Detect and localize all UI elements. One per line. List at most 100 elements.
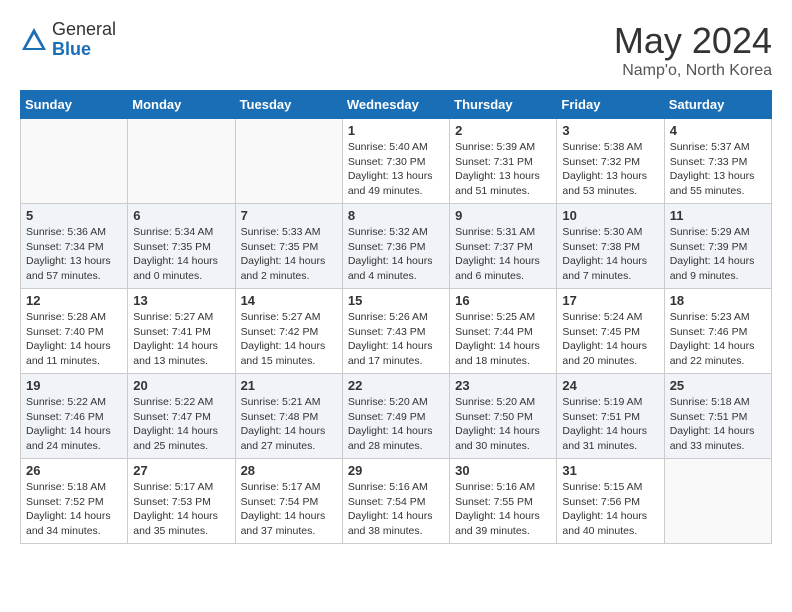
- day-info: Sunrise: 5:23 AM Sunset: 7:46 PM Dayligh…: [670, 310, 766, 369]
- day-info: Sunrise: 5:16 AM Sunset: 7:55 PM Dayligh…: [455, 480, 551, 539]
- calendar-cell: 19 Sunrise: 5:22 AM Sunset: 7:46 PM Dayli…: [21, 374, 128, 459]
- logo-blue-text: Blue: [52, 40, 116, 60]
- weekday-header-monday: Monday: [128, 91, 235, 119]
- day-number: 12: [26, 293, 122, 308]
- day-info: Sunrise: 5:24 AM Sunset: 7:45 PM Dayligh…: [562, 310, 658, 369]
- weekday-header-sunday: Sunday: [21, 91, 128, 119]
- day-number: 22: [348, 378, 444, 393]
- weekday-header-row: SundayMondayTuesdayWednesdayThursdayFrid…: [21, 91, 772, 119]
- calendar-cell: 8 Sunrise: 5:32 AM Sunset: 7:36 PM Daylig…: [342, 204, 449, 289]
- day-number: 16: [455, 293, 551, 308]
- title-area: May 2024 Namp'o, North Korea: [614, 20, 772, 80]
- calendar-cell: 18 Sunrise: 5:23 AM Sunset: 7:46 PM Dayli…: [664, 289, 771, 374]
- calendar-cell: 11 Sunrise: 5:29 AM Sunset: 7:39 PM Dayli…: [664, 204, 771, 289]
- day-info: Sunrise: 5:17 AM Sunset: 7:53 PM Dayligh…: [133, 480, 229, 539]
- day-number: 4: [670, 123, 766, 138]
- day-number: 10: [562, 208, 658, 223]
- day-number: 9: [455, 208, 551, 223]
- day-info: Sunrise: 5:22 AM Sunset: 7:46 PM Dayligh…: [26, 395, 122, 454]
- day-number: 21: [241, 378, 337, 393]
- day-number: 8: [348, 208, 444, 223]
- calendar-cell: 3 Sunrise: 5:38 AM Sunset: 7:32 PM Daylig…: [557, 119, 664, 204]
- day-info: Sunrise: 5:32 AM Sunset: 7:36 PM Dayligh…: [348, 225, 444, 284]
- week-row-4: 19 Sunrise: 5:22 AM Sunset: 7:46 PM Dayli…: [21, 374, 772, 459]
- calendar-cell: 2Sunrise: 5:39 AM Sunset: 7:31 PM Daylig…: [450, 119, 557, 204]
- day-info: Sunrise: 5:15 AM Sunset: 7:56 PM Dayligh…: [562, 480, 658, 539]
- day-number: 3: [562, 123, 658, 138]
- day-info: Sunrise: 5:21 AM Sunset: 7:48 PM Dayligh…: [241, 395, 337, 454]
- day-number: 20: [133, 378, 229, 393]
- calendar-cell: [235, 119, 342, 204]
- logo-text: General Blue: [52, 20, 116, 60]
- calendar-cell: 15 Sunrise: 5:26 AM Sunset: 7:43 PM Dayli…: [342, 289, 449, 374]
- calendar-cell: 20Sunrise: 5:22 AM Sunset: 7:47 PM Dayli…: [128, 374, 235, 459]
- day-info: Sunrise: 5:16 AM Sunset: 7:54 PM Dayligh…: [348, 480, 444, 539]
- day-number: 6: [133, 208, 229, 223]
- calendar-cell: 13Sunrise: 5:27 AM Sunset: 7:41 PM Dayli…: [128, 289, 235, 374]
- weekday-header-saturday: Saturday: [664, 91, 771, 119]
- calendar-cell: 26Sunrise: 5:18 AM Sunset: 7:52 PM Dayli…: [21, 459, 128, 544]
- day-info: Sunrise: 5:20 AM Sunset: 7:50 PM Dayligh…: [455, 395, 551, 454]
- day-number: 15: [348, 293, 444, 308]
- calendar-table: SundayMondayTuesdayWednesdayThursdayFrid…: [20, 90, 772, 544]
- calendar-cell: 14 Sunrise: 5:27 AM Sunset: 7:42 PM Dayli…: [235, 289, 342, 374]
- calendar-cell: 12 Sunrise: 5:28 AM Sunset: 7:40 PM Dayli…: [21, 289, 128, 374]
- day-number: 1: [348, 123, 444, 138]
- week-row-1: 1 Sunrise: 5:40 AM Sunset: 7:30 PM Daylig…: [21, 119, 772, 204]
- day-info: Sunrise: 5:40 AM Sunset: 7:30 PM Dayligh…: [348, 140, 444, 199]
- day-info: Sunrise: 5:38 AM Sunset: 7:32 PM Dayligh…: [562, 140, 658, 199]
- calendar-cell: 5 Sunrise: 5:36 AM Sunset: 7:34 PM Daylig…: [21, 204, 128, 289]
- day-number: 13: [133, 293, 229, 308]
- calendar-cell: 30 Sunrise: 5:16 AM Sunset: 7:55 PM Dayli…: [450, 459, 557, 544]
- day-number: 11: [670, 208, 766, 223]
- day-number: 29: [348, 463, 444, 478]
- calendar-cell: 7 Sunrise: 5:33 AM Sunset: 7:35 PM Daylig…: [235, 204, 342, 289]
- day-number: 7: [241, 208, 337, 223]
- calendar-cell: 10 Sunrise: 5:30 AM Sunset: 7:38 PM Dayli…: [557, 204, 664, 289]
- day-info: Sunrise: 5:20 AM Sunset: 7:49 PM Dayligh…: [348, 395, 444, 454]
- logo: General Blue: [20, 20, 116, 60]
- calendar-cell: 24 Sunrise: 5:19 AM Sunset: 7:51 PM Dayli…: [557, 374, 664, 459]
- location-title: Namp'o, North Korea: [614, 62, 772, 80]
- day-number: 18: [670, 293, 766, 308]
- calendar-cell: 31 Sunrise: 5:15 AM Sunset: 7:56 PM Dayli…: [557, 459, 664, 544]
- day-info: Sunrise: 5:33 AM Sunset: 7:35 PM Dayligh…: [241, 225, 337, 284]
- calendar-cell: [21, 119, 128, 204]
- day-info: Sunrise: 5:30 AM Sunset: 7:38 PM Dayligh…: [562, 225, 658, 284]
- month-title: May 2024: [614, 20, 772, 62]
- day-info: Sunrise: 5:29 AM Sunset: 7:39 PM Dayligh…: [670, 225, 766, 284]
- day-number: 30: [455, 463, 551, 478]
- day-number: 28: [241, 463, 337, 478]
- calendar-cell: 29 Sunrise: 5:16 AM Sunset: 7:54 PM Dayli…: [342, 459, 449, 544]
- calendar-cell: 9Sunrise: 5:31 AM Sunset: 7:37 PM Daylig…: [450, 204, 557, 289]
- day-number: 19: [26, 378, 122, 393]
- day-number: 27: [133, 463, 229, 478]
- header: General Blue May 2024 Namp'o, North Kore…: [20, 20, 772, 80]
- calendar-cell: 28 Sunrise: 5:17 AM Sunset: 7:54 PM Dayli…: [235, 459, 342, 544]
- day-info: Sunrise: 5:28 AM Sunset: 7:40 PM Dayligh…: [26, 310, 122, 369]
- day-number: 5: [26, 208, 122, 223]
- day-info: Sunrise: 5:17 AM Sunset: 7:54 PM Dayligh…: [241, 480, 337, 539]
- day-info: Sunrise: 5:34 AM Sunset: 7:35 PM Dayligh…: [133, 225, 229, 284]
- day-number: 14: [241, 293, 337, 308]
- day-number: 25: [670, 378, 766, 393]
- day-info: Sunrise: 5:27 AM Sunset: 7:42 PM Dayligh…: [241, 310, 337, 369]
- calendar-cell: [664, 459, 771, 544]
- calendar-cell: 21 Sunrise: 5:21 AM Sunset: 7:48 PM Dayli…: [235, 374, 342, 459]
- weekday-header-wednesday: Wednesday: [342, 91, 449, 119]
- calendar-cell: 4Sunrise: 5:37 AM Sunset: 7:33 PM Daylig…: [664, 119, 771, 204]
- logo-general-text: General: [52, 20, 116, 40]
- day-info: Sunrise: 5:18 AM Sunset: 7:51 PM Dayligh…: [670, 395, 766, 454]
- calendar-cell: 1 Sunrise: 5:40 AM Sunset: 7:30 PM Daylig…: [342, 119, 449, 204]
- day-number: 31: [562, 463, 658, 478]
- calendar-cell: 22 Sunrise: 5:20 AM Sunset: 7:49 PM Dayli…: [342, 374, 449, 459]
- day-info: Sunrise: 5:39 AM Sunset: 7:31 PM Dayligh…: [455, 140, 551, 199]
- day-info: Sunrise: 5:36 AM Sunset: 7:34 PM Dayligh…: [26, 225, 122, 284]
- day-number: 24: [562, 378, 658, 393]
- week-row-3: 12 Sunrise: 5:28 AM Sunset: 7:40 PM Dayli…: [21, 289, 772, 374]
- day-info: Sunrise: 5:26 AM Sunset: 7:43 PM Dayligh…: [348, 310, 444, 369]
- calendar-cell: 23Sunrise: 5:20 AM Sunset: 7:50 PM Dayli…: [450, 374, 557, 459]
- day-info: Sunrise: 5:19 AM Sunset: 7:51 PM Dayligh…: [562, 395, 658, 454]
- calendar-cell: [128, 119, 235, 204]
- day-info: Sunrise: 5:25 AM Sunset: 7:44 PM Dayligh…: [455, 310, 551, 369]
